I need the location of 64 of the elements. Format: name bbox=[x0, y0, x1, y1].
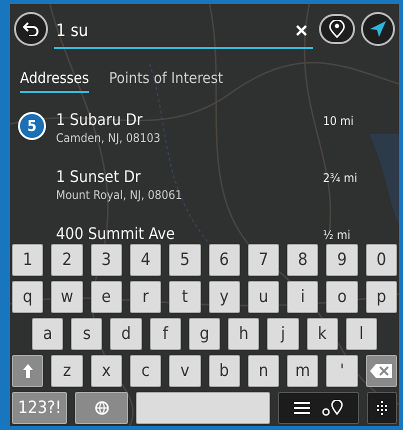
arrow-up-icon bbox=[22, 364, 33, 378]
language-key[interactable] bbox=[75, 392, 128, 424]
keyboard-key[interactable]: 8 bbox=[287, 244, 318, 276]
keyboard-key[interactable]: q bbox=[12, 281, 44, 313]
keyboard-key[interactable]: l bbox=[346, 318, 377, 350]
keyboard-key[interactable]: y bbox=[208, 281, 240, 313]
backspace-icon bbox=[370, 364, 392, 378]
result-distance: ½ mi bbox=[323, 228, 352, 242]
keyboard-key[interactable]: ' bbox=[326, 355, 358, 387]
keyboard-key[interactable]: 0 bbox=[366, 244, 397, 276]
search-input[interactable]: 1 su bbox=[54, 20, 290, 40]
backspace-key[interactable] bbox=[366, 355, 397, 387]
keyboard-key[interactable]: o bbox=[326, 281, 358, 313]
keyboard-key[interactable]: u bbox=[248, 281, 280, 313]
keyboard-key[interactable]: n bbox=[248, 355, 280, 387]
result-distance: 2¾ mi bbox=[323, 171, 358, 185]
result-title[interactable]: 1 Subaru Dr bbox=[56, 110, 323, 129]
keyboard-key[interactable]: k bbox=[306, 318, 338, 350]
search-field[interactable]: 1 su bbox=[54, 14, 313, 48]
keyboard-key[interactable]: 9 bbox=[326, 244, 358, 276]
view-options-button[interactable] bbox=[278, 392, 359, 424]
keyboard-key[interactable]: p bbox=[366, 281, 397, 313]
keyboard-key[interactable]: j bbox=[267, 318, 299, 350]
keyboard-key[interactable]: a bbox=[32, 318, 64, 350]
keyboard-key[interactable]: 6 bbox=[208, 244, 240, 276]
keyboard-key[interactable]: m bbox=[287, 355, 318, 387]
keyboard-key[interactable]: c bbox=[130, 355, 162, 387]
keyboard-key[interactable]: 3 bbox=[90, 244, 122, 276]
result-address: Mount Royal, NJ, 08061 bbox=[56, 188, 184, 202]
back-arrow-icon bbox=[23, 22, 39, 36]
route-icon bbox=[322, 400, 344, 416]
result-address: Camden, NJ, 08103 bbox=[56, 131, 162, 145]
result-title[interactable]: 400 Summit Ave bbox=[56, 224, 323, 243]
keyboard-key[interactable]: 2 bbox=[51, 244, 83, 276]
keyboard-key[interactable]: f bbox=[150, 318, 181, 350]
keypad-icon bbox=[376, 401, 388, 415]
keyboard-hide-key[interactable] bbox=[366, 392, 397, 424]
keyboard-key[interactable]: v bbox=[169, 355, 200, 387]
keyboard-key[interactable]: b bbox=[208, 355, 240, 387]
keyboard-key[interactable]: g bbox=[188, 318, 220, 350]
keyboard-key[interactable]: d bbox=[110, 318, 142, 350]
keyboard-key[interactable]: s bbox=[71, 318, 102, 350]
keyboard-key[interactable]: 4 bbox=[130, 244, 162, 276]
list-icon bbox=[294, 402, 310, 414]
navigation-arrow-icon bbox=[370, 20, 386, 36]
keyboard-key[interactable]: t bbox=[169, 281, 200, 313]
keyboard-key[interactable]: h bbox=[228, 318, 260, 350]
keyboard-key[interactable]: 5 bbox=[169, 244, 200, 276]
keyboard-key[interactable]: e bbox=[90, 281, 122, 313]
keyboard-key[interactable]: 7 bbox=[248, 244, 280, 276]
tab[interactable]: Addresses bbox=[20, 68, 90, 93]
result-distance: 10 mi bbox=[323, 114, 355, 128]
shift-key[interactable] bbox=[12, 355, 44, 387]
close-icon bbox=[296, 25, 307, 36]
keyboard-key[interactable]: r bbox=[130, 281, 162, 313]
tab[interactable]: Points of Interest bbox=[109, 68, 224, 93]
location-pin-icon bbox=[329, 20, 345, 38]
result-title[interactable]: 1 Sunset Dr bbox=[56, 167, 323, 186]
keyboard-key[interactable]: x bbox=[90, 355, 122, 387]
globe-icon bbox=[94, 401, 109, 415]
keyboard-key[interactable]: z bbox=[51, 355, 83, 387]
keyboard-key[interactable]: w bbox=[51, 281, 83, 313]
keyboard-key[interactable]: i bbox=[287, 281, 318, 313]
keyboard-key[interactable]: 1 bbox=[12, 244, 44, 276]
